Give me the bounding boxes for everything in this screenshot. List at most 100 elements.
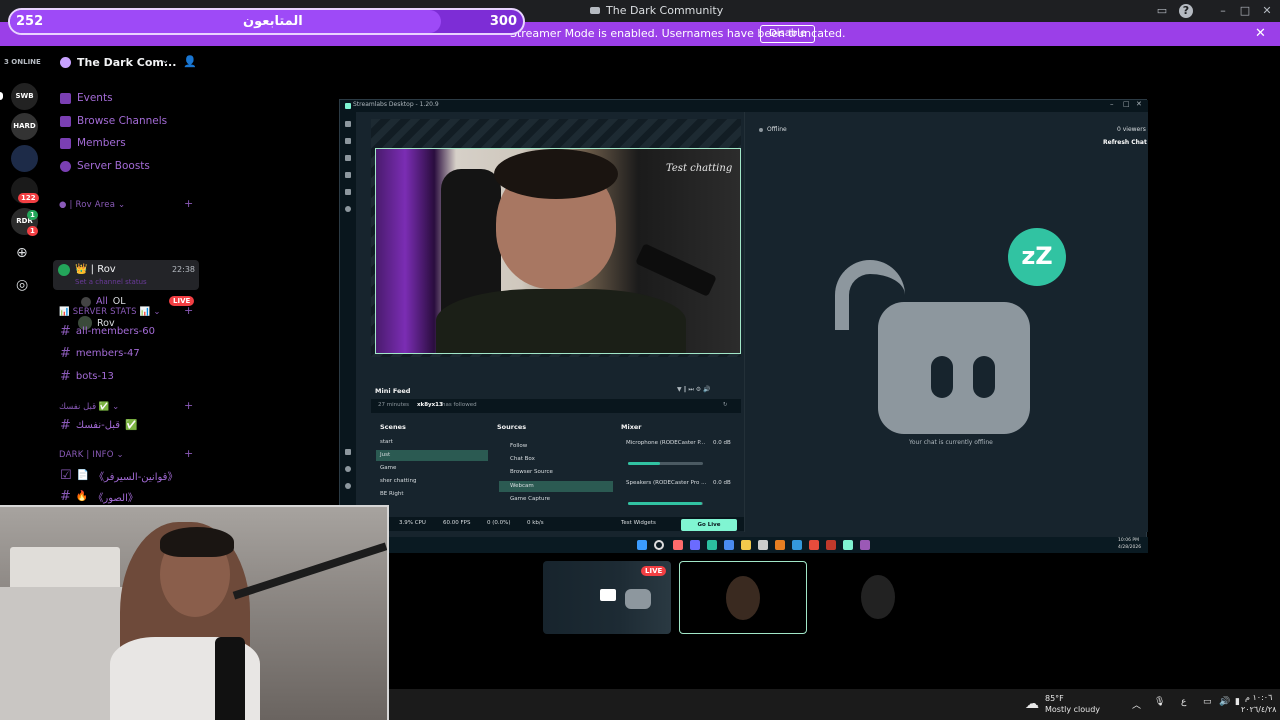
server-header[interactable]: The Dark Com... ⌄ 👤: [48, 46, 205, 78]
scene-item[interactable]: BE Right: [380, 491, 403, 497]
participant-avatar: [726, 576, 760, 620]
voice-channel-rov[interactable]: 👑 | Rov 22:38 Set a channel status: [53, 260, 199, 290]
source-item[interactable]: Follow: [510, 443, 527, 449]
windows-taskbar: ☁ 85°F Mostly cloudy ︿ 🎙 ع ▭ 🔊 ▮ ١٠:٠٦ م…: [389, 689, 1280, 720]
speaker-volume-slider[interactable]: [628, 502, 703, 505]
voice-user-all[interactable]: All OL: [81, 296, 126, 307]
minimize-icon[interactable]: –: [1110, 100, 1114, 108]
category-arabic[interactable]: قبل نفسك ✅ ⌄: [59, 402, 119, 412]
scene-item[interactable]: Just: [380, 452, 390, 458]
source-item[interactable]: Game Capture: [510, 496, 550, 502]
mic-volume-slider[interactable]: [628, 462, 703, 465]
add-channel-icon[interactable]: +: [184, 304, 193, 317]
mini-feed-title: Mini Feed: [375, 387, 411, 395]
microphone: [635, 243, 717, 297]
taskbar-app-icon[interactable]: [741, 540, 751, 550]
minimize-icon[interactable]: –: [1216, 4, 1230, 18]
server-swb[interactable]: SWB: [11, 83, 38, 110]
server-hard[interactable]: HARD: [11, 113, 38, 140]
editor-icon[interactable]: [345, 121, 351, 127]
close-icon[interactable]: ✕: [1136, 100, 1142, 108]
battery-icon[interactable]: ▮: [1235, 697, 1240, 707]
channel-arabic[interactable]: # قبل-نفسك ✅: [60, 418, 138, 433]
screen-share-icon: [600, 589, 616, 601]
banner-close-icon[interactable]: ✕: [1255, 26, 1266, 41]
explore-icon[interactable]: ◎: [16, 277, 28, 293]
filter-icon[interactable]: ▼ ‖ ⏭ ⚙ 🔊: [677, 386, 711, 394]
alertbox-icon[interactable]: [345, 189, 351, 195]
webcam-source-preview[interactable]: Test chatting: [375, 148, 741, 354]
nav-server-boosts[interactable]: Server Boosts: [60, 160, 150, 172]
maximize-icon[interactable]: □: [1238, 4, 1252, 18]
add-server-icon[interactable]: ⊕: [16, 245, 28, 261]
volume-icon[interactable]: 🔊: [1219, 697, 1230, 707]
tools-icon[interactable]: [345, 138, 351, 144]
participant-tile[interactable]: [815, 561, 943, 634]
add-channel-icon[interactable]: +: [184, 399, 193, 412]
taskbar-app-icon[interactable]: [809, 540, 819, 550]
taskbar-app-icon[interactable]: [690, 540, 700, 550]
disable-button[interactable]: Disable: [760, 25, 816, 43]
settings-icon[interactable]: [345, 483, 351, 489]
source-item[interactable]: Browser Source: [510, 469, 553, 475]
add-channel-icon[interactable]: +: [184, 197, 193, 210]
close-icon[interactable]: ✕: [1260, 4, 1274, 18]
channel-all-members[interactable]: # all-members-60: [60, 324, 155, 339]
inbox-icon[interactable]: ▭: [1155, 4, 1169, 18]
go-live-button[interactable]: Go Live: [681, 519, 737, 531]
help-icon[interactable]: ?: [1179, 4, 1193, 18]
maximize-icon[interactable]: □: [1123, 100, 1130, 108]
taskbar-app-icon[interactable]: [758, 540, 768, 550]
category-rov-area[interactable]: ● | Rov Area ⌄: [59, 200, 125, 210]
mixer-channel-name: Speakers (RODECaster Pro ...: [626, 480, 707, 486]
taskbar-app-icon[interactable]: [843, 540, 853, 550]
store-icon[interactable]: [345, 155, 351, 161]
taskbar-app-icon[interactable]: [860, 540, 870, 550]
channel-members[interactable]: # members-47: [60, 346, 140, 361]
channel-bots[interactable]: # bots-13: [60, 369, 114, 384]
channel-status[interactable]: Set a channel status: [75, 278, 147, 286]
nav-browse-channels[interactable]: Browse Channels: [60, 115, 167, 127]
screen: The Dark Community ▭ ? – □ ✕ Streamer Mo…: [0, 0, 1280, 720]
chevron-down-icon[interactable]: ⌄: [161, 55, 169, 66]
search-icon[interactable]: [654, 540, 664, 550]
microphone-icon[interactable]: 🎙: [1154, 697, 1165, 707]
taskbar-app-icon[interactable]: [673, 540, 683, 550]
goal-progress-fill: [10, 10, 441, 33]
dashboard-icon[interactable]: [345, 449, 351, 455]
taskbar-app-icon[interactable]: [707, 540, 717, 550]
scene-item[interactable]: Game: [380, 465, 396, 471]
source-item[interactable]: Webcam: [510, 483, 534, 489]
invite-icon[interactable]: 👤: [183, 55, 197, 68]
channel-rules[interactable]: ☑ 📄 《قوانين-السيرفر》: [60, 468, 177, 483]
category-dark-info[interactable]: DARK | INFO ⌄: [59, 450, 124, 460]
network-icon[interactable]: ▭: [1203, 697, 1212, 707]
stream-thumbnail[interactable]: LIVE: [543, 561, 671, 634]
nav-members[interactable]: Members: [60, 137, 126, 149]
language-indicator[interactable]: ع: [1181, 697, 1186, 707]
channel-images[interactable]: # 🔥 《الصور》: [60, 489, 138, 504]
mixer-channel-name: Microphone (RODECaster P...: [626, 440, 706, 446]
category-server-stats[interactable]: 📊 SERVER STATS 📊 ⌄: [59, 307, 161, 317]
source-item[interactable]: Chat Box: [510, 456, 535, 462]
chevron-up-icon[interactable]: ︿: [1132, 698, 1141, 711]
theme-icon[interactable]: [345, 172, 351, 178]
participant-tile[interactable]: [679, 561, 807, 634]
taskbar-app-icon[interactable]: [826, 540, 836, 550]
add-channel-icon[interactable]: +: [184, 447, 193, 460]
nav-events[interactable]: Events: [60, 92, 113, 104]
help-icon[interactable]: [345, 466, 351, 472]
refresh-chat-button[interactable]: Refresh Chat: [1103, 139, 1147, 146]
taskbar-app-icon[interactable]: [775, 540, 785, 550]
mixer-header: Mixer: [621, 423, 642, 431]
settings-icon[interactable]: [345, 206, 351, 212]
server-dark-figure[interactable]: [11, 145, 38, 172]
windows-start-icon[interactable]: [637, 540, 647, 550]
microphone: [215, 637, 245, 720]
scene-item[interactable]: start: [380, 439, 393, 445]
taskbar-app-icon[interactable]: [724, 540, 734, 550]
scene-item[interactable]: sher chatting: [380, 478, 416, 484]
refresh-icon[interactable]: ↻: [723, 402, 728, 408]
participant-avatar: [861, 575, 895, 619]
taskbar-app-icon[interactable]: [792, 540, 802, 550]
